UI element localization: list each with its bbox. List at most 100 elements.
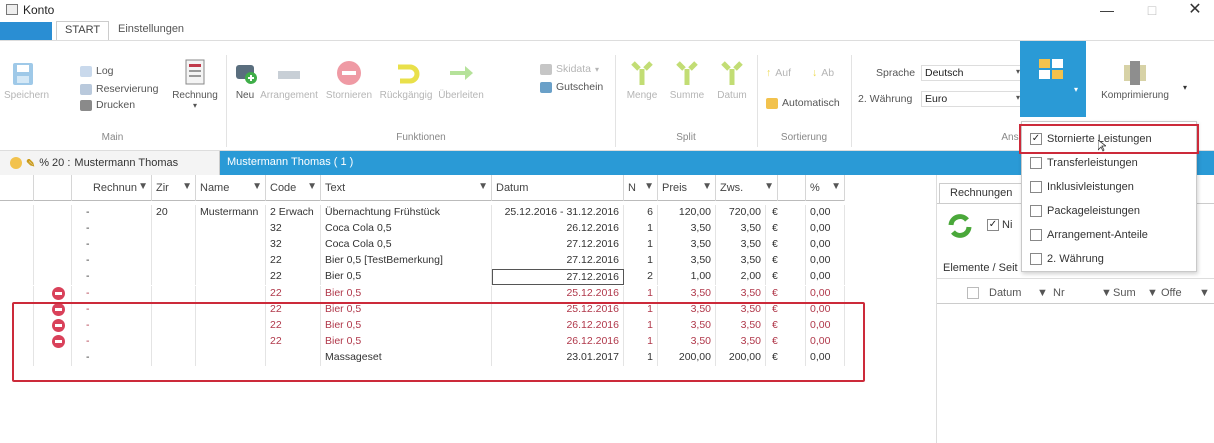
document-tab-active[interactable]: ✎ % 20 : Mustermann Thomas xyxy=(0,151,220,175)
cell-rechnung[interactable]: - xyxy=(72,221,152,238)
side-column-sum[interactable]: Sum xyxy=(1113,287,1136,299)
rueckgaengig-button[interactable]: Rückgängig xyxy=(378,59,434,101)
filter-icon[interactable]: ▼ xyxy=(1037,287,1048,299)
cell-rechnung[interactable]: - xyxy=(72,285,152,302)
checkbox[interactable] xyxy=(1030,181,1042,193)
cell-datum[interactable]: 27.12.2016 xyxy=(492,269,624,286)
cell-preis[interactable]: 3,50 xyxy=(658,237,716,254)
side-column-datum[interactable]: Datum xyxy=(989,287,1021,299)
cell-n[interactable]: 1 xyxy=(624,221,658,238)
cell-name[interactable] xyxy=(196,253,266,270)
tab-rechnungen[interactable]: Rechnungen xyxy=(939,183,1024,203)
filter-icon[interactable]: ▼ xyxy=(138,181,148,192)
cell-rechnung[interactable]: - xyxy=(72,269,152,286)
menu-item-2-waehrung[interactable]: 2. Währung xyxy=(1022,248,1198,270)
reservierung-button[interactable]: Reservierung xyxy=(80,83,158,95)
gutschein-button[interactable]: Gutschein xyxy=(540,81,603,93)
cell-preis[interactable]: 3,50 xyxy=(658,253,716,270)
cell-zws[interactable]: 2,00 xyxy=(716,269,766,286)
column-header-anzahl[interactable]: N ▼ xyxy=(624,175,658,201)
cell-name[interactable]: Mustermann xyxy=(196,205,266,221)
side-column-offen[interactable]: Offe xyxy=(1161,287,1182,299)
skidata-button[interactable]: Skidata ▾ xyxy=(540,63,599,75)
cell-zi[interactable] xyxy=(152,269,196,286)
column-header-preis[interactable]: Preis ▼ xyxy=(658,175,716,201)
cell-cur[interactable]: € xyxy=(766,269,806,286)
cell-rechnung[interactable]: - xyxy=(72,237,152,254)
cell-code[interactable]: 22 xyxy=(266,285,321,302)
cell-text[interactable]: Bier 0,5 [TestBemerkung] xyxy=(321,253,492,270)
checkbox[interactable] xyxy=(967,287,979,302)
cell-code[interactable]: 32 xyxy=(266,237,321,254)
rechnung-button[interactable]: Rechnung ▾ xyxy=(170,59,220,110)
cell-preis[interactable]: 3,50 xyxy=(658,285,716,302)
cell-name[interactable] xyxy=(196,269,266,286)
menu-item-arrangement-anteile[interactable]: Arrangement-Anteile xyxy=(1022,224,1198,246)
summe-button[interactable]: Summe xyxy=(664,59,710,101)
cell-text[interactable]: Coca Cola 0,5 xyxy=(321,221,492,238)
cell-n[interactable]: 2 xyxy=(624,269,658,286)
column-header-code[interactable]: Code ▼ xyxy=(266,175,321,201)
cell-datum[interactable]: 25.12.2016 xyxy=(492,285,624,302)
cell-preis[interactable]: 3,50 xyxy=(658,221,716,238)
filter-icon[interactable]: ▼ xyxy=(307,181,317,192)
filter-icon[interactable]: ▼ xyxy=(252,181,262,192)
cell-zi[interactable] xyxy=(152,253,196,270)
cell-cur[interactable]: € xyxy=(766,237,806,254)
cell-preis[interactable]: 1,00 xyxy=(658,269,716,286)
ansicht-dropdown-button[interactable]: ▾ xyxy=(1020,41,1086,117)
cell-rechnung[interactable]: - xyxy=(72,205,152,221)
cell-cur[interactable]: € xyxy=(766,253,806,270)
column-header-percent[interactable]: % ▼ xyxy=(806,175,845,201)
filter-icon[interactable]: ▼ xyxy=(1147,287,1158,299)
filter-icon[interactable]: ▼ xyxy=(831,181,841,192)
cell-zws[interactable]: 3,50 xyxy=(716,237,766,254)
cell-zi[interactable] xyxy=(152,237,196,254)
side-panel-checkbox[interactable]: ✓ Ni xyxy=(987,219,1012,231)
column-header-datum[interactable]: Datum xyxy=(492,175,624,201)
tab-start[interactable]: START xyxy=(56,21,110,41)
cell-text[interactable]: Bier 0,5 xyxy=(321,285,492,302)
table-row[interactable]: - 22 Bier 0,5 27.12.2016 2 1,00 2,00 €0,00 xyxy=(0,269,845,286)
cell-name[interactable] xyxy=(196,237,266,254)
table-row[interactable]: -22 Bier 0,5 [TestBemerkung] 27.12.2016 1 3,… xyxy=(0,253,845,270)
cell-code[interactable]: 22 xyxy=(266,253,321,270)
stornieren-button[interactable]: Stornieren xyxy=(320,59,378,101)
cell-datum[interactable]: 27.12.2016 xyxy=(492,253,624,270)
cell-n[interactable]: 6 xyxy=(624,205,658,221)
cell-pct[interactable]: 0,00 xyxy=(806,269,845,286)
chevron-down-icon[interactable]: ▾ xyxy=(1183,83,1187,92)
file-menu-button[interactable] xyxy=(0,22,52,40)
sort-ab-button[interactable]: ↓ Ab xyxy=(812,67,834,79)
table-row[interactable]: -32 Coca Cola 0,5 27.12.2016 1 3,50 3,50 €0,00 xyxy=(0,237,845,254)
filter-icon[interactable]: ▼ xyxy=(478,181,488,192)
drucken-button[interactable]: Drucken xyxy=(80,99,135,111)
sort-automatisch-button[interactable]: Automatisch xyxy=(766,97,840,109)
cell-text[interactable]: Coca Cola 0,5 xyxy=(321,237,492,254)
column-header-rechnung[interactable]: Rechnun ▼ xyxy=(72,175,152,201)
side-column-nr[interactable]: Nr xyxy=(1053,287,1065,299)
cell-pct[interactable]: 0,00 xyxy=(806,205,845,221)
checkbox[interactable] xyxy=(1030,157,1042,169)
sort-auf-button[interactable]: ↑ Auf xyxy=(766,67,791,79)
cell-zws[interactable]: 720,00 xyxy=(716,205,766,221)
datum-split-button[interactable]: Datum xyxy=(712,59,752,101)
speichern-button[interactable]: Speichern xyxy=(4,61,49,101)
cell-text[interactable]: Bier 0,5 xyxy=(321,269,492,286)
document-tab-second[interactable]: Mustermann Thomas ( 1 ) xyxy=(227,156,353,168)
column-header-name[interactable]: Name ▼ xyxy=(196,175,266,201)
table-row[interactable]: -32 Coca Cola 0,5 26.12.2016 1 3,50 3,50 €0,00 xyxy=(0,221,845,238)
filter-icon[interactable]: ▼ xyxy=(1101,287,1112,299)
cell-name[interactable] xyxy=(196,221,266,238)
checkbox-checked[interactable]: ✓ xyxy=(987,219,999,231)
cell-pct[interactable]: 0,00 xyxy=(806,285,845,302)
cell-zws[interactable]: 3,50 xyxy=(716,285,766,302)
ueberleiten-button[interactable]: Überleiten xyxy=(434,59,488,101)
maximize-button[interactable]: □ xyxy=(1137,1,1167,19)
cell-rechnung[interactable]: - xyxy=(72,253,152,270)
cell-text[interactable]: Übernachtung Frühstück xyxy=(321,205,492,221)
cell-cur[interactable]: € xyxy=(766,221,806,238)
waehrung-select[interactable]: Euro ▾ xyxy=(921,91,1025,107)
cell-zws[interactable]: 3,50 xyxy=(716,221,766,238)
column-header-text[interactable]: Text ▼ xyxy=(321,175,492,201)
